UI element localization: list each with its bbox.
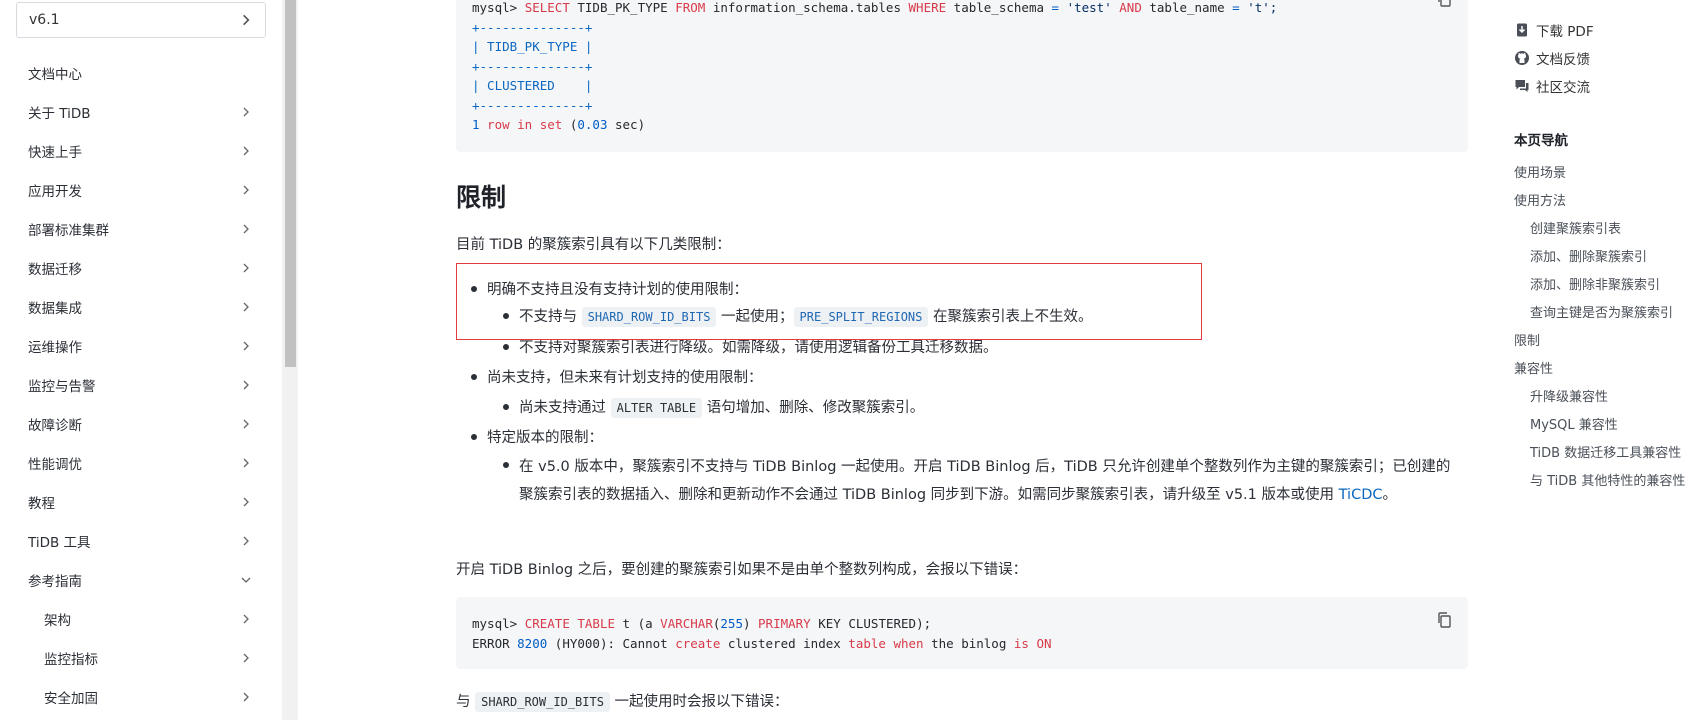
binlog-paragraph: 开启 TiDB Binlog 之后，要创建的聚簇索引如果不是由单个整数列构成，会… xyxy=(456,562,1028,578)
toc-item[interactable]: 创建聚簇索引表 xyxy=(1530,218,1621,237)
code-block-query: mysql> SELECT TIDB_PK_TYPE FROM informat… xyxy=(456,0,1468,152)
code-line: +--------------+ xyxy=(472,19,593,35)
toc-item[interactable]: 添加、删除聚簇索引 xyxy=(1530,246,1647,265)
sidebar-nav: 文档中心 关于 TiDB 快速上手 应用开发 部署标准集群 数据迁移 数据集成 … xyxy=(0,53,282,716)
chevron-right-icon xyxy=(243,419,249,428)
sidebar-item-migrate[interactable]: 数据迁移 xyxy=(0,248,282,287)
inline-code: SHARD_ROW_ID_BITS xyxy=(475,692,610,712)
code-line: mysql> CREATE TABLE t (a VARCHAR(255) PR… xyxy=(472,616,932,631)
code-line: ERROR 8200 (HY000): Cannot create cluste… xyxy=(472,635,1052,651)
sidebar-item-tuning[interactable]: 性能调优 xyxy=(0,443,282,482)
sidebar-item-troubleshoot[interactable]: 故障诊断 xyxy=(0,404,282,443)
copy-icon[interactable] xyxy=(1436,0,1454,8)
chevron-right-icon xyxy=(243,107,249,116)
chevron-right-icon xyxy=(243,692,249,701)
chevron-right-icon xyxy=(243,614,249,623)
sidebar-item-quick-start[interactable]: 快速上手 xyxy=(0,131,282,170)
chevron-right-icon xyxy=(243,263,249,272)
toc-item[interactable]: 兼容性 xyxy=(1514,358,1553,377)
community-link[interactable]: 社区交流 xyxy=(1514,76,1590,96)
toc-item[interactable]: 查询主键是否为聚簇索引 xyxy=(1530,302,1673,321)
sidebar-item-about[interactable]: 关于 TiDB xyxy=(0,92,282,131)
chevron-right-icon xyxy=(243,302,249,311)
code-block-error: mysql> CREATE TABLE t (a VARCHAR(255) PR… xyxy=(456,597,1468,669)
download-pdf-link[interactable]: 下载 PDF xyxy=(1514,20,1594,40)
sidebar: v6.1 文档中心 关于 TiDB 快速上手 应用开发 部署标准集群 数据迁移 … xyxy=(0,0,282,720)
code-line: | TIDB_PK_TYPE | xyxy=(472,39,593,54)
chevron-right-icon xyxy=(243,14,250,26)
version-label: v6.1 xyxy=(29,12,60,28)
right-panel: 下载 PDF 文档反馈 社区交流 本页导航 使用场景 使用方法 创建聚簇索引表 … xyxy=(1514,0,1688,720)
sidebar-scrollbar-thumb[interactable] xyxy=(285,0,296,367)
version-select[interactable]: v6.1 xyxy=(16,2,266,38)
sidebar-item-docs-home[interactable]: 文档中心 xyxy=(0,53,282,92)
sidebar-item-tools[interactable]: TiDB 工具 xyxy=(0,521,282,560)
feedback-link[interactable]: 文档反馈 xyxy=(1514,48,1590,68)
chevron-right-icon xyxy=(243,458,249,467)
sidebar-item-architecture[interactable]: 架构 xyxy=(0,599,282,638)
sidebar-item-ops[interactable]: 运维操作 xyxy=(0,326,282,365)
toc-item[interactable]: 使用方法 xyxy=(1514,190,1566,209)
code-line: | CLUSTERED | xyxy=(472,78,593,93)
toc-item[interactable]: MySQL 兼容性 xyxy=(1530,414,1618,433)
list-item: 不支持与 SHARD_ROW_ID_BITS 一起使用； PRE_SPLIT_RE… xyxy=(502,305,1092,327)
section-intro: 目前 TiDB 的聚簇索引具有以下几类限制： xyxy=(456,237,731,253)
list-item: 明确不支持且没有支持计划的使用限制： xyxy=(471,278,748,299)
sidebar-item-reference[interactable]: 参考指南 xyxy=(0,560,282,599)
chevron-right-icon xyxy=(243,224,249,233)
list-item: 尚未支持，但未来有计划支持的使用限制： xyxy=(471,366,763,387)
chevron-right-icon xyxy=(243,185,249,194)
code-line: 1 row in set (0.03 sec) xyxy=(472,117,646,132)
copy-icon[interactable] xyxy=(1436,611,1454,629)
sidebar-item-integrate[interactable]: 数据集成 xyxy=(0,287,282,326)
inline-code: SHARD_ROW_ID_BITS xyxy=(581,307,717,327)
chevron-right-icon xyxy=(243,341,249,350)
toc-item[interactable]: 升降级兼容性 xyxy=(1530,386,1608,405)
chat-icon xyxy=(1515,80,1529,92)
sidebar-item-tutorial[interactable]: 教程 xyxy=(0,482,282,521)
chevron-right-icon xyxy=(243,536,249,545)
sidebar-item-metrics[interactable]: 监控指标 xyxy=(0,638,282,677)
list-item: 在 v5.0 版本中，聚簇索引不支持与 TiDB Binlog 一起使用。开启 … xyxy=(503,454,1464,509)
list-item: 特定版本的限制： xyxy=(471,426,603,447)
toc-item[interactable]: 与 TiDB 其他特性的兼容性 xyxy=(1530,470,1685,489)
sidebar-item-deploy[interactable]: 部署标准集群 xyxy=(0,209,282,248)
inline-code: PRE_SPLIT_REGIONS xyxy=(793,307,929,327)
main-content: mysql> SELECT TIDB_PK_TYPE FROM informat… xyxy=(456,0,1468,720)
chevron-right-icon xyxy=(243,146,249,155)
toc-item[interactable]: 添加、删除非聚簇索引 xyxy=(1530,274,1660,293)
chevron-right-icon xyxy=(243,497,249,506)
shard-paragraph: 与 SHARD_ROW_ID_BITS 一起使用时会报以下错误： xyxy=(456,692,789,712)
list-item: 尚未支持通过 ALTER TABLE 语句增加、删除、修改聚簇索引。 xyxy=(502,396,924,418)
code-line: +--------------+ xyxy=(472,58,593,74)
code-line: mysql> SELECT TIDB_PK_TYPE FROM informat… xyxy=(472,0,1278,15)
toc-item[interactable]: 限制 xyxy=(1514,330,1540,349)
highlight-box xyxy=(456,263,1202,340)
chevron-right-icon xyxy=(243,653,249,662)
sidebar-item-monitor[interactable]: 监控与告警 xyxy=(0,365,282,404)
sidebar-item-app-dev[interactable]: 应用开发 xyxy=(0,170,282,209)
inline-code: ALTER TABLE xyxy=(610,398,703,418)
toc-title: 本页导航 xyxy=(1514,133,1568,149)
chevron-down-icon xyxy=(241,577,251,583)
sidebar-item-security[interactable]: 安全加固 xyxy=(0,677,282,716)
download-icon xyxy=(1517,23,1527,37)
code-line: +--------------+ xyxy=(472,97,593,113)
toc-item[interactable]: TiDB 数据迁移工具兼容性 xyxy=(1530,442,1681,461)
toc-item[interactable]: 使用场景 xyxy=(1514,162,1566,181)
ticdc-link[interactable]: TiCDC xyxy=(1339,487,1383,503)
list-item: 不支持对聚簇索引表进行降级。如需降级，请使用逻辑备份工具迁移数据。 xyxy=(503,336,998,357)
github-icon xyxy=(1515,51,1529,65)
chevron-right-icon xyxy=(243,380,249,389)
section-title: 限制 xyxy=(456,183,507,212)
